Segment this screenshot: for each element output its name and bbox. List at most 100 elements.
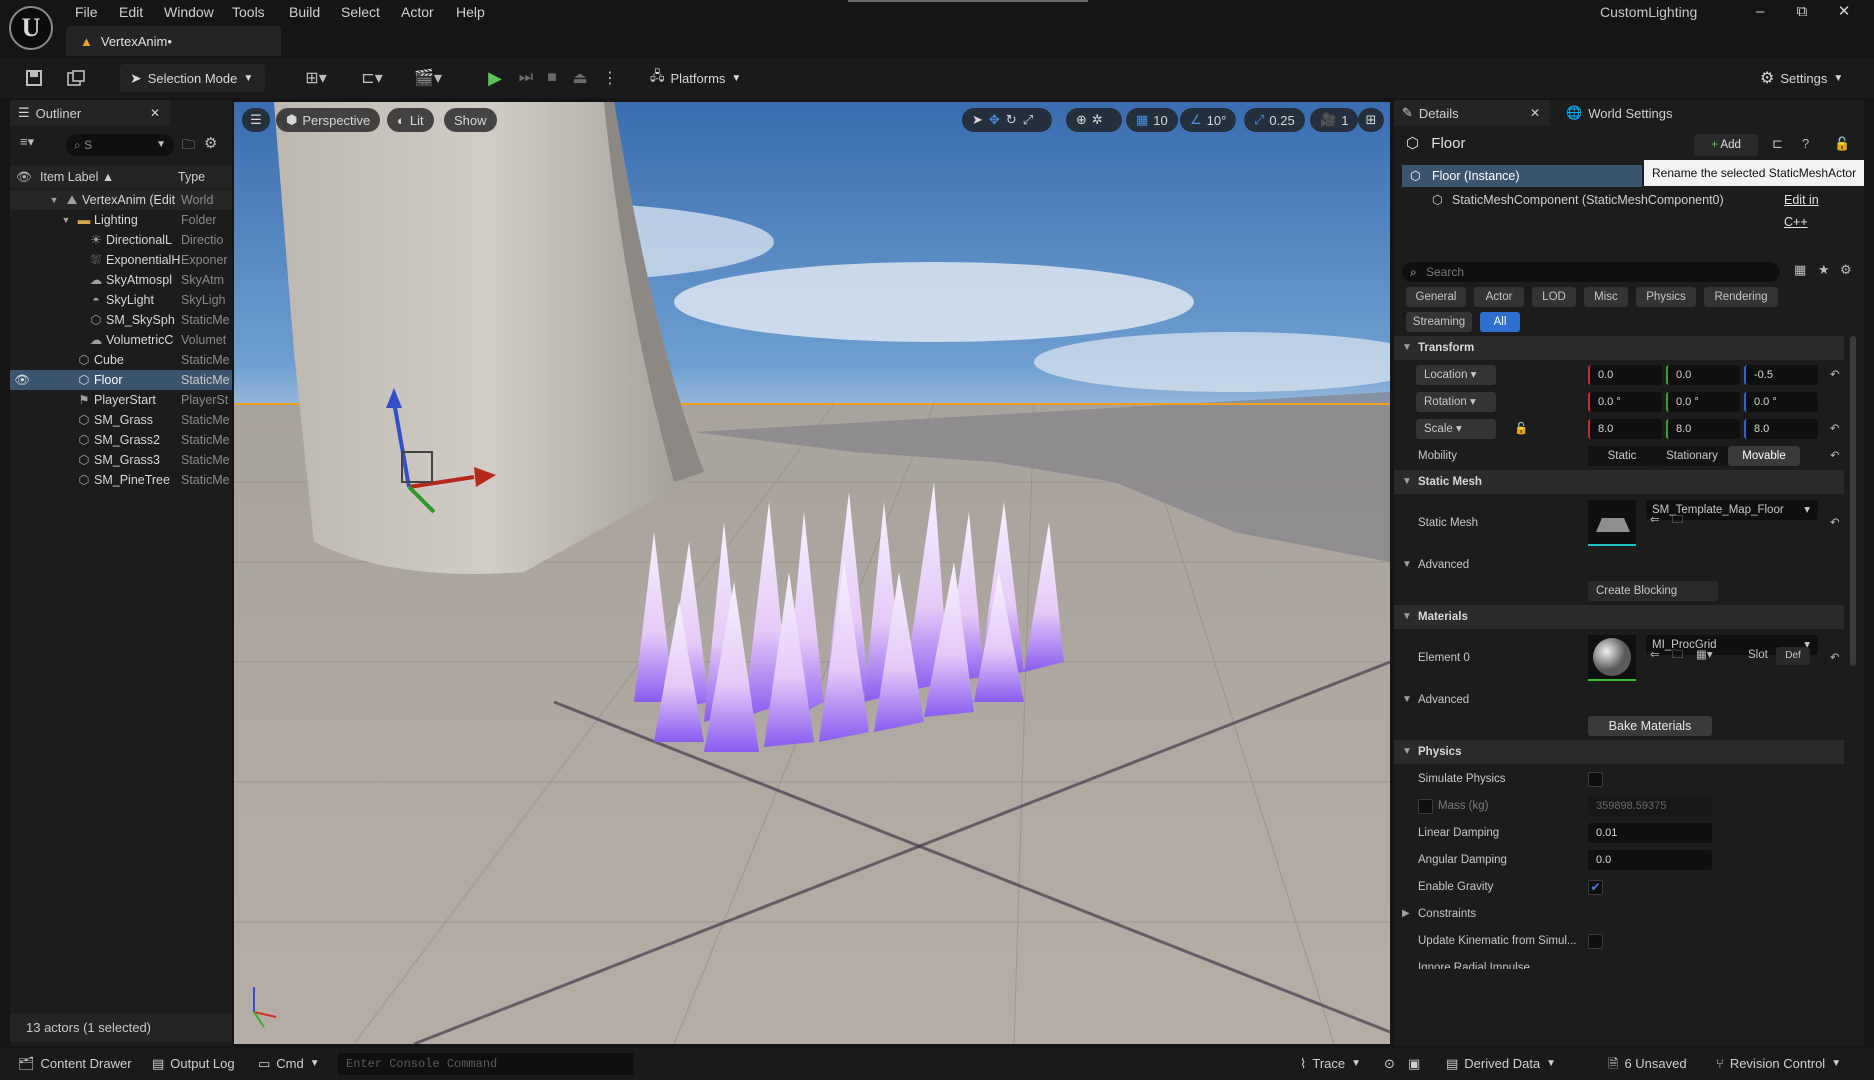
unsaved-button[interactable]: 🗎 6 Unsaved — [1608, 1048, 1687, 1080]
tree-row-sm-pinetree[interactable]: ⬡ SM_PineTree StaticMe — [10, 470, 232, 490]
maximize-button[interactable]: ⧉ — [1784, 0, 1820, 24]
menu-help[interactable]: Help — [456, 0, 485, 24]
create-blocking-volume-dropdown[interactable]: Create Blocking Volume ▾ — [1588, 581, 1718, 617]
tree-row-sm-grass[interactable]: ⬡ SM_Grass StaticMe — [10, 410, 232, 430]
details-search-input[interactable]: ⌕ Search — [1402, 262, 1780, 282]
outliner-tab[interactable]: ☰ Outliner ✕ — [10, 100, 170, 126]
filter-lod[interactable]: LOD — [1532, 287, 1576, 307]
mass-override-checkbox[interactable] — [1418, 799, 1433, 814]
console-command-input[interactable]: Enter Console Command — [338, 1053, 634, 1075]
output-log-button[interactable]: ▤ Output Log — [152, 1048, 235, 1080]
browse-icon[interactable] — [64, 66, 88, 90]
scale-tool-icon[interactable]: ⤢ — [1023, 112, 1033, 128]
simulate-physics-checkbox[interactable] — [1588, 772, 1603, 787]
world-coord-icon[interactable]: ⊕ — [1076, 112, 1087, 128]
section-static-mesh[interactable]: ▼ Static Mesh — [1394, 470, 1844, 494]
tree-row-directional-light[interactable]: ☀ DirectionalL Directio — [10, 230, 232, 250]
filter-all[interactable]: All — [1480, 312, 1520, 332]
rotate-tool-icon[interactable]: ↻ — [1006, 112, 1017, 128]
reset-icon[interactable]: ↶ — [1830, 443, 1840, 469]
location-x-field[interactable]: 0.0 — [1588, 365, 1662, 385]
reset-icon[interactable]: ↶ — [1830, 362, 1840, 388]
outliner-search-input[interactable]: ⌕ S ▼ — [66, 134, 174, 156]
rotation-snap-button[interactable]: ∠ 10° — [1180, 108, 1237, 132]
reset-icon[interactable]: ↶ — [1830, 416, 1840, 442]
details-tab[interactable]: ✎ Details ✕ — [1394, 100, 1550, 126]
update-kinematic-checkbox[interactable] — [1588, 934, 1603, 949]
viewport-menu-icon[interactable]: ☰ — [242, 108, 270, 132]
rotation-y-field[interactable]: 0.0 ° — [1666, 392, 1740, 412]
reset-icon[interactable]: ↶ — [1830, 631, 1840, 685]
rotation-z-field[interactable]: 0.0 ° — [1744, 392, 1818, 412]
browse-asset-icon[interactable]: 🗀 — [1672, 645, 1684, 665]
angular-damping-field[interactable]: 0.0 — [1588, 850, 1712, 870]
lock-icon[interactable]: 🔓 — [1834, 136, 1850, 152]
menu-edit[interactable]: Edit — [119, 0, 143, 24]
screenshot-icon[interactable]: ▣ — [1408, 1048, 1420, 1080]
mobility-stationary[interactable]: Stationary — [1656, 446, 1728, 466]
camera-speed-button[interactable]: 🎥 1 — [1310, 108, 1359, 132]
minimize-button[interactable]: – — [1742, 0, 1778, 24]
tree-row-cube[interactable]: ⬡ Cube StaticMe — [10, 350, 232, 370]
cinematics-icon[interactable]: 🎬▾ — [408, 66, 448, 90]
menu-build[interactable]: Build — [289, 0, 320, 24]
browse-asset-icon[interactable]: 🗀 — [1672, 510, 1684, 530]
enable-gravity-checkbox[interactable]: ✔ — [1588, 880, 1603, 895]
blueprint-icon[interactable]: ⊏▾ — [352, 66, 392, 90]
tree-row-sky-light[interactable]: ◓ SkyLight SkyLigh — [10, 290, 232, 310]
location-dropdown[interactable]: Location ▾ — [1416, 365, 1496, 385]
bake-materials-button[interactable]: Bake Materials — [1588, 716, 1712, 736]
linear-damping-field[interactable]: 0.01 — [1588, 823, 1712, 843]
tree-row-world[interactable]: ▼ ⛰ VertexAnim (Edit World — [10, 190, 232, 210]
scale-y-field[interactable]: 8.0 — [1666, 419, 1740, 439]
slot-value[interactable]: Def — [1776, 647, 1810, 665]
translate-tool-icon[interactable]: ✥ — [989, 112, 1000, 128]
visibility-eye-icon[interactable]: 👁 — [14, 370, 30, 390]
tree-row-sky-sphere[interactable]: ⬡ SM_SkySph StaticMe — [10, 310, 232, 330]
tree-row-player-start[interactable]: ⚑ PlayerStart PlayerSt — [10, 390, 232, 410]
static-mesh-advanced-row[interactable]: ▼ Advanced — [1394, 552, 1844, 578]
cmd-dropdown[interactable]: ▭ Cmd ▼ — [258, 1048, 320, 1080]
mobility-movable[interactable]: Movable — [1728, 446, 1800, 466]
tree-row-sm-grass2[interactable]: ⬡ SM_Grass2 StaticMe — [10, 430, 232, 450]
mobility-static[interactable]: Static — [1588, 446, 1656, 466]
show-dropdown[interactable]: Show — [444, 108, 497, 132]
table-view-icon[interactable]: ▦ — [1794, 262, 1806, 278]
world-settings-tab[interactable]: 🌐 World Settings — [1558, 100, 1698, 126]
menu-actor[interactable]: Actor — [401, 0, 434, 24]
play-icon[interactable]: ▶ — [483, 66, 507, 90]
unreal-logo-icon[interactable]: U — [9, 6, 53, 50]
actor-name[interactable]: Floor — [1431, 135, 1465, 152]
col-item-label[interactable]: Item Label ▲ — [40, 166, 114, 188]
tree-row-lighting[interactable]: ▼ ▬ Lighting Folder — [10, 210, 232, 230]
level-tab[interactable]: ▲ VertexAnim• — [66, 26, 281, 56]
location-z-field[interactable]: -0.5 — [1744, 365, 1818, 385]
selection-mode-dropdown[interactable]: ➤ Selection Mode ▼ — [120, 64, 265, 92]
scale-dropdown[interactable]: Scale ▾ — [1416, 419, 1496, 439]
tree-row-volumetric-cloud[interactable]: ☁ VolumetricC Volumet — [10, 330, 232, 350]
eject-icon[interactable]: ⏏ — [568, 66, 592, 90]
surface-snap-icon[interactable]: ✲ — [1092, 112, 1103, 128]
save-icon[interactable] — [22, 66, 46, 90]
record-icon[interactable]: ⊙ — [1384, 1048, 1395, 1080]
texture-icon[interactable]: ▦▾ — [1696, 645, 1713, 665]
content-drawer-button[interactable]: 🗂 Content Drawer — [18, 1048, 132, 1080]
scale-z-field[interactable]: 8.0 — [1744, 419, 1818, 439]
menu-tools[interactable]: Tools — [232, 0, 265, 24]
close-tab-icon[interactable]: ✕ — [150, 106, 160, 120]
viewport-layout-icon[interactable]: ⊞ — [1358, 108, 1384, 132]
blueprint-convert-icon[interactable]: ⊏ — [1772, 136, 1783, 152]
scale-lock-icon[interactable]: 🔓 — [1514, 416, 1528, 442]
grid-snap-button[interactable]: ▦ 10 — [1126, 108, 1178, 132]
expand-arrow-icon[interactable]: ▼ — [46, 190, 62, 210]
filter-rendering[interactable]: Rendering — [1704, 287, 1778, 307]
scale-x-field[interactable]: 8.0 — [1588, 419, 1662, 439]
edit-cpp-link[interactable]: Edit in C++ — [1784, 189, 1844, 233]
lit-dropdown[interactable]: ◐ Lit — [387, 108, 434, 132]
rotation-dropdown[interactable]: Rotation ▾ — [1416, 392, 1496, 412]
select-tool-icon[interactable]: ➤ — [972, 112, 983, 128]
settings-dropdown[interactable]: ⚙ Settings ▼ — [1750, 64, 1862, 92]
stop-icon[interactable]: ■ — [540, 66, 564, 90]
materials-advanced-row[interactable]: ▼ Advanced — [1394, 687, 1844, 713]
close-tab-icon[interactable]: ✕ — [1530, 106, 1540, 120]
